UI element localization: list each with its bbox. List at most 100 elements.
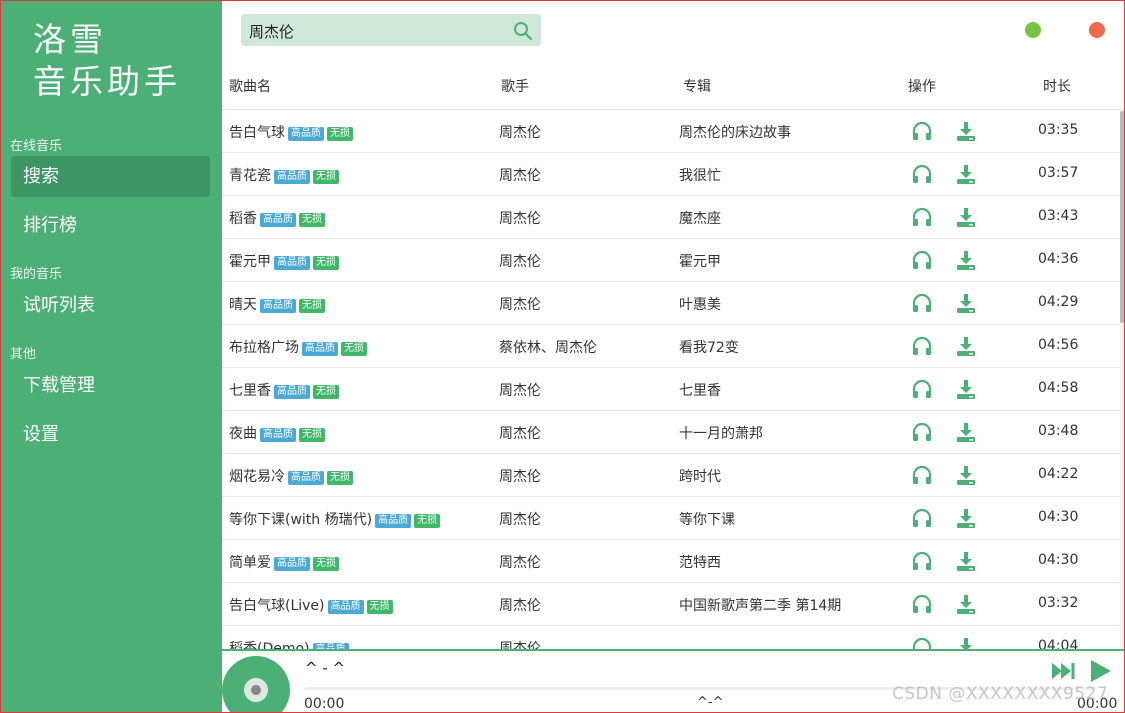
song-duration: 03:48 <box>1038 423 1079 439</box>
close-button[interactable] <box>1089 22 1105 38</box>
song-singer: 周杰伦 <box>499 469 541 485</box>
song-name: 青花瓷 高品质 无损 <box>229 165 339 185</box>
song-title: 布拉格广场 <box>229 340 299 356</box>
song-title: 简单爱 <box>229 555 271 571</box>
sidebar-item-downloads[interactable]: 下载管理 <box>11 365 210 406</box>
table-row[interactable]: 稻香(Demo)高品质 周杰伦 04:04 <box>222 626 1120 649</box>
download-icon[interactable] <box>955 335 977 357</box>
download-icon[interactable] <box>955 292 977 314</box>
app-window: 洛雪 音乐助手 在线音乐 搜索 排行榜 我的音乐 试听列表 其他 下载管理 设置… <box>0 0 1125 713</box>
table-row[interactable]: 烟花易冷 高品质 无损 周杰伦 跨时代 04:22 <box>222 454 1120 497</box>
column-duration[interactable]: 时长 <box>1043 76 1071 96</box>
song-duration: 03:32 <box>1038 595 1079 611</box>
download-icon[interactable] <box>955 378 977 400</box>
column-operations: 操作 <box>908 79 936 95</box>
column-singer[interactable]: 歌手 <box>501 76 529 96</box>
scrollbar-thumb[interactable] <box>1120 111 1124 323</box>
high-quality-badge: 高品质 <box>375 514 412 528</box>
logo-line-1: 洛雪 <box>33 20 107 59</box>
song-name: 告白气球(Live) 高品质 无损 <box>229 595 393 615</box>
download-icon[interactable] <box>955 636 977 649</box>
download-icon[interactable] <box>955 120 977 142</box>
song-singer: 周杰伦 <box>499 168 541 184</box>
table-row[interactable]: 简单爱 高品质 无损 周杰伦 范特西 04:30 <box>222 540 1120 583</box>
sidebar-item-settings[interactable]: 设置 <box>11 414 210 455</box>
download-icon[interactable] <box>955 464 977 486</box>
headphones-icon[interactable] <box>911 550 933 572</box>
song-title: 夜曲 <box>229 426 257 442</box>
table-row[interactable]: 晴天 高品质 无损 周杰伦 叶惠美 04:29 <box>222 282 1120 325</box>
search-input[interactable] <box>247 14 511 48</box>
song-album: 霍元甲 <box>679 254 721 270</box>
headphones-icon[interactable] <box>911 163 933 185</box>
sidebar-item-trial-list[interactable]: 试听列表 <box>11 285 210 326</box>
song-list: 告白气球 高品质 无损 周杰伦 周杰伦的床边故事 03:35 青花瓷 高品质 无损 周杰伦 我很忙 0… <box>222 110 1120 649</box>
table-row[interactable]: 霍元甲 高品质 无损 周杰伦 霍元甲 04:36 <box>222 239 1120 282</box>
table-row[interactable]: 稻香 高品质 无损 周杰伦 魔杰座 03:43 <box>222 196 1120 239</box>
headphones-icon[interactable] <box>911 507 933 529</box>
song-album: 周杰伦的床边故事 <box>679 125 791 141</box>
download-icon[interactable] <box>955 593 977 615</box>
song-title: 晴天 <box>229 297 257 313</box>
sidebar-item-charts[interactable]: 排行榜 <box>11 205 210 246</box>
lossless-badge: 无损 <box>414 514 441 528</box>
song-singer: 周杰伦 <box>499 555 541 571</box>
download-icon[interactable] <box>955 421 977 443</box>
song-name: 烟花易冷 高品质 无损 <box>229 466 353 486</box>
song-album: 叶惠美 <box>679 297 721 313</box>
logo-line-2: 音乐助手 <box>33 62 181 101</box>
headphones-icon[interactable] <box>911 249 933 271</box>
table-row[interactable]: 等你下课(with 杨瑞代) 高品质 无损 周杰伦 等你下课 04:30 <box>222 497 1120 540</box>
table-row[interactable]: 七里香 高品质 无损 周杰伦 七里香 04:58 <box>222 368 1120 411</box>
table-row[interactable]: 布拉格广场 高品质 无损 蔡依林、周杰伦 看我72变 04:56 <box>222 325 1120 368</box>
table-row[interactable]: 夜曲 高品质 无损 周杰伦 十一月的萧邦 03:48 <box>222 411 1120 454</box>
column-album[interactable]: 专辑 <box>683 76 711 96</box>
next-track-icon[interactable] <box>1051 660 1077 682</box>
download-icon[interactable] <box>955 507 977 529</box>
lossless-badge: 无损 <box>366 600 393 614</box>
song-album: 七里香 <box>679 383 721 399</box>
app-logo: 洛雪 音乐助手 <box>33 19 203 103</box>
headphones-icon[interactable] <box>911 120 933 142</box>
lossless-badge: 无损 <box>327 471 353 485</box>
song-title: 等你下课(with 杨瑞代) <box>229 512 373 528</box>
high-quality-badge: 高品质 <box>274 170 310 184</box>
song-name: 夜曲 高品质 无损 <box>229 423 325 443</box>
sidebar-item-search[interactable]: 搜索 <box>11 156 210 197</box>
high-quality-badge: 高品质 <box>302 342 338 356</box>
download-icon[interactable] <box>955 550 977 572</box>
headphones-icon[interactable] <box>911 593 933 615</box>
song-title: 烟花易冷 <box>229 469 285 485</box>
song-name: 七里香 高品质 无损 <box>229 380 339 400</box>
search-box <box>241 14 541 48</box>
minimize-button[interactable] <box>1025 22 1041 38</box>
song-album: 看我72变 <box>679 340 739 356</box>
headphones-icon[interactable] <box>911 335 933 357</box>
headphones-icon[interactable] <box>911 378 933 400</box>
download-icon[interactable] <box>955 163 977 185</box>
song-singer: 周杰伦 <box>499 254 541 270</box>
play-icon[interactable] <box>1089 658 1113 684</box>
song-title: 稻香(Demo) <box>229 641 310 649</box>
song-album: 中国新歌声第二季 第14期 <box>679 598 842 614</box>
search-icon[interactable] <box>513 21 533 41</box>
song-name: 霍元甲 高品质 无损 <box>229 251 339 271</box>
headphones-icon[interactable] <box>911 464 933 486</box>
lossless-badge: 无损 <box>327 127 353 141</box>
download-icon[interactable] <box>955 206 977 228</box>
song-title: 霍元甲 <box>229 254 271 270</box>
headphones-icon[interactable] <box>911 292 933 314</box>
table-row[interactable]: 告白气球(Live) 高品质 无损 周杰伦 中国新歌声第二季 第14期 03:32 <box>222 583 1120 626</box>
download-icon[interactable] <box>955 249 977 271</box>
section-other: 其他 <box>10 347 37 362</box>
table-row[interactable]: 告白气球 高品质 无损 周杰伦 周杰伦的床边故事 03:35 <box>222 110 1120 153</box>
headphones-icon[interactable] <box>911 636 933 649</box>
lossless-badge: 无损 <box>299 213 325 227</box>
headphones-icon[interactable] <box>911 206 933 228</box>
table-row[interactable]: 青花瓷 高品质 无损 周杰伦 我很忙 03:57 <box>222 153 1120 196</box>
column-song-name[interactable]: 歌曲名 <box>229 76 271 96</box>
headphones-icon[interactable] <box>911 421 933 443</box>
song-duration: 03:35 <box>1038 122 1079 138</box>
high-quality-badge: 高品质 <box>260 213 296 227</box>
song-album: 魔杰座 <box>679 211 721 227</box>
